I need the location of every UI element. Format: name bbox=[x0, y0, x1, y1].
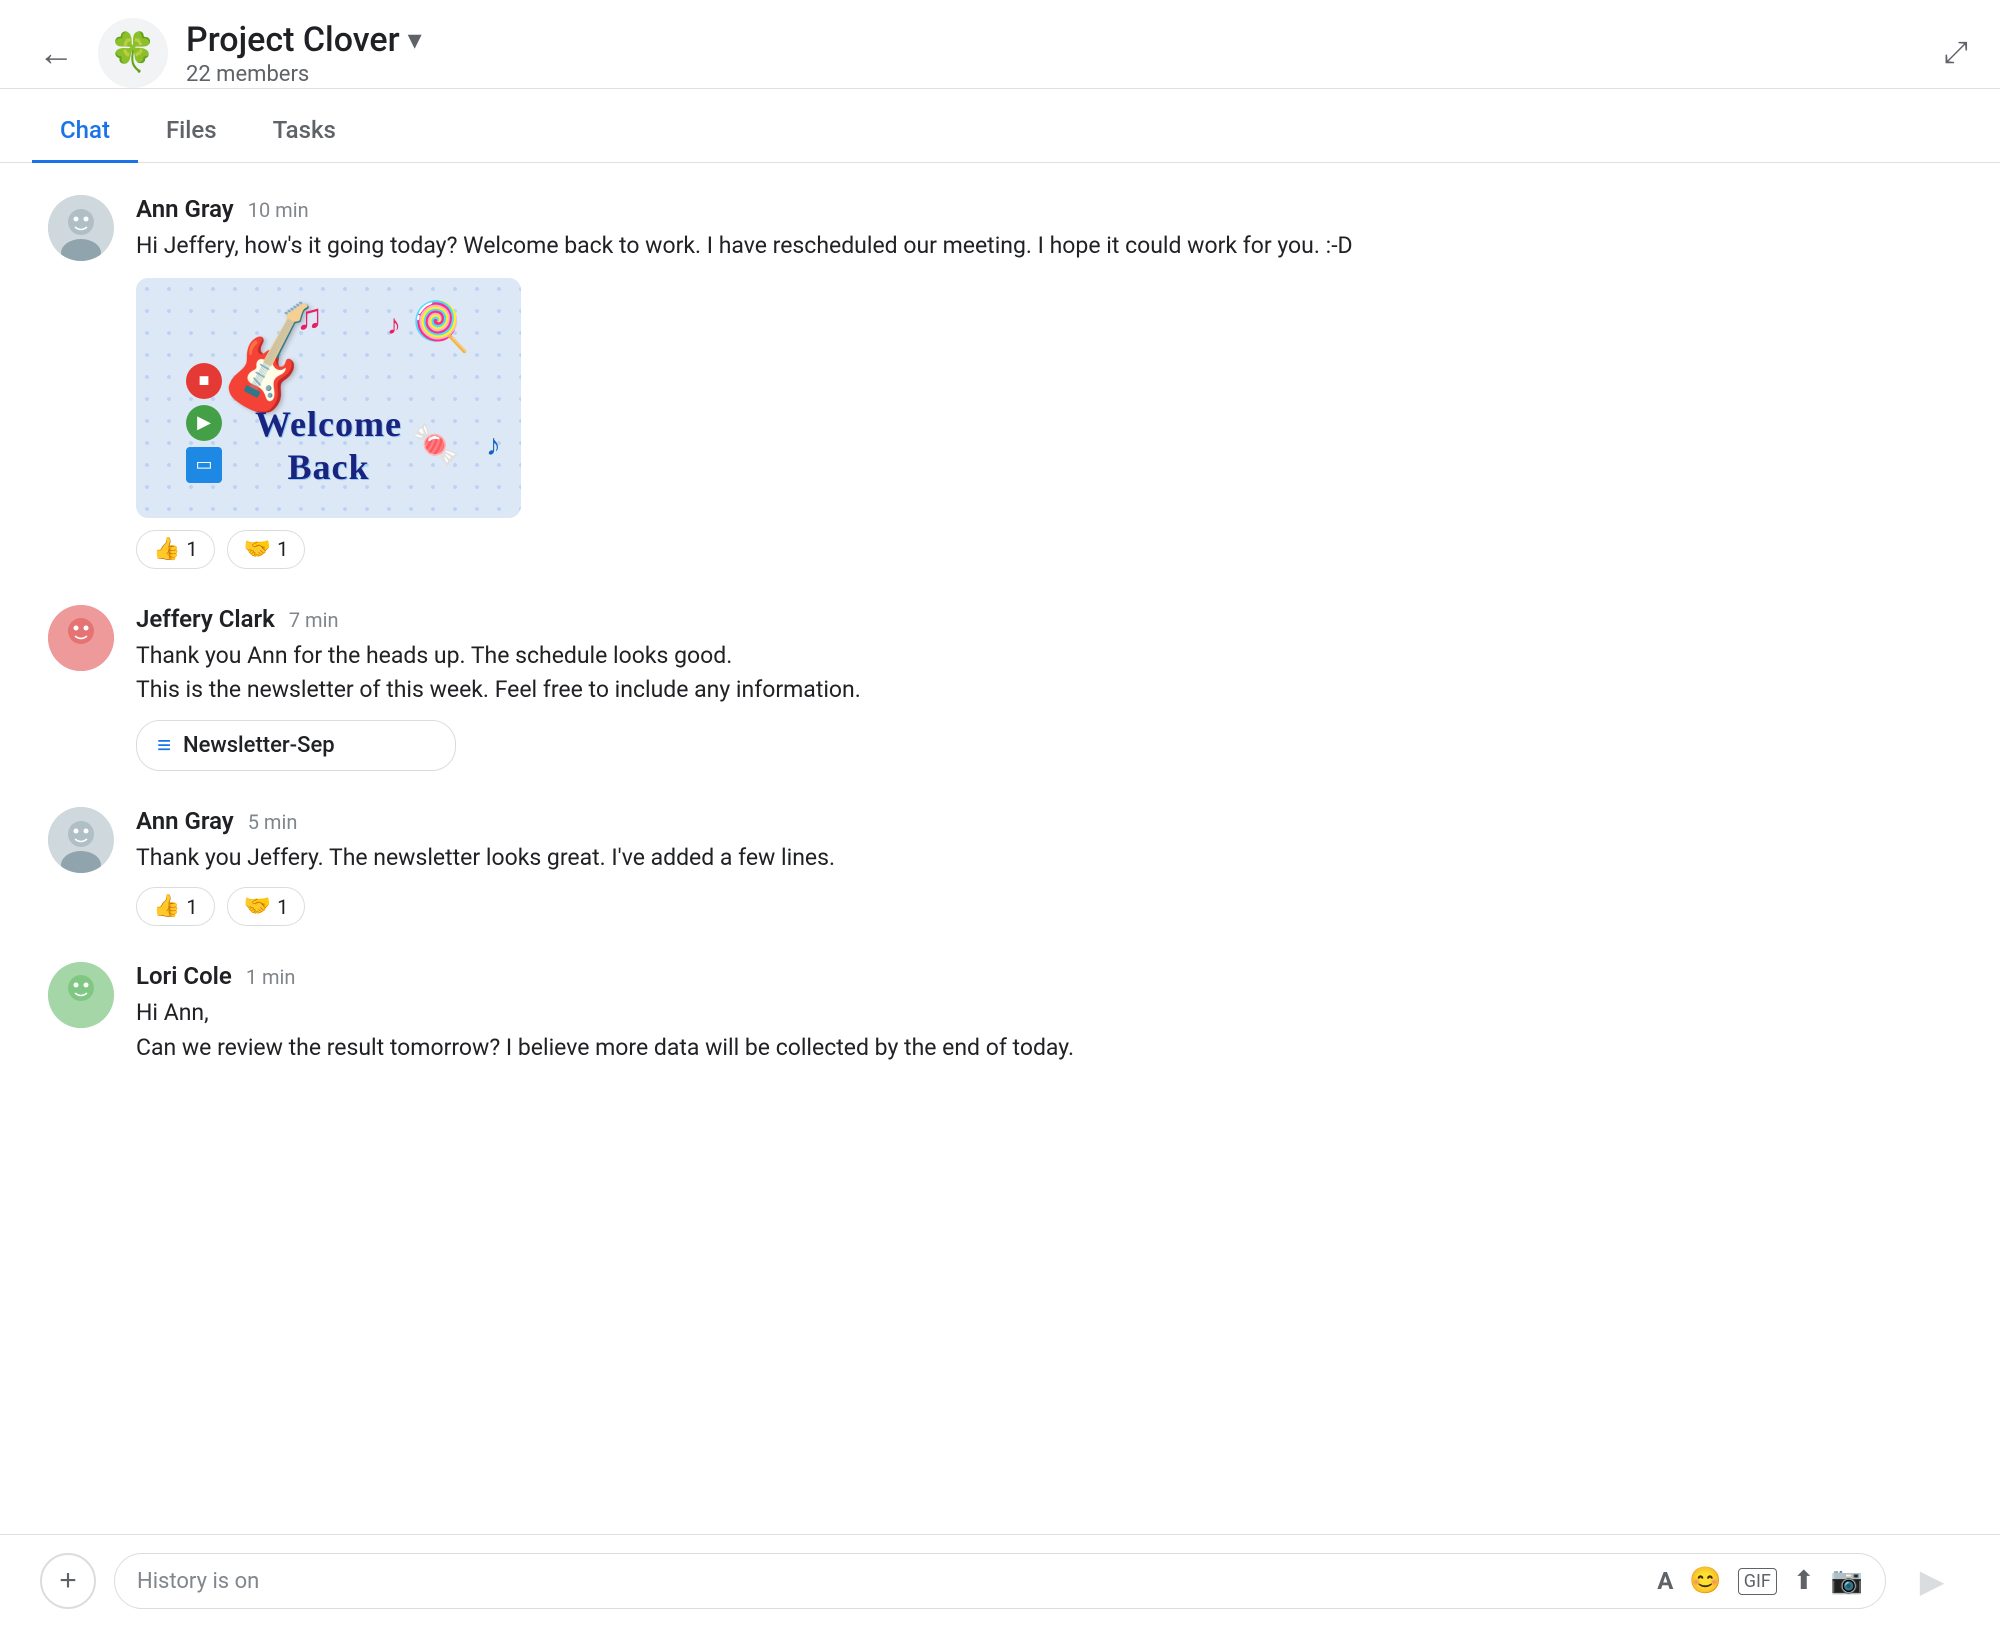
input-placeholder-text: History is on bbox=[137, 1569, 1647, 1594]
thumbsup-count-3: 1 bbox=[186, 895, 197, 919]
add-button[interactable]: + bbox=[40, 1553, 96, 1609]
msg-body-3: Ann Gray 5 min Thank you Jeffery. The ne… bbox=[136, 807, 1952, 927]
wb-play-icons: ■ ▶ ▭ bbox=[186, 363, 222, 483]
file-name-label: Newsletter-Sep bbox=[183, 733, 335, 758]
header-right: ⤢ bbox=[1944, 36, 1968, 70]
wb-welcome-text: WelcomeBack bbox=[255, 403, 402, 489]
reaction-handshake-3[interactable]: 🤝 1 bbox=[227, 887, 306, 926]
tab-files[interactable]: Files bbox=[138, 102, 245, 163]
time-jeffery: 7 min bbox=[289, 608, 339, 632]
avatar-ann-3 bbox=[48, 807, 114, 873]
video-icon[interactable]: 📷 bbox=[1831, 1566, 1863, 1596]
msg-header-2: Jeffery Clark 7 min bbox=[136, 605, 1952, 633]
avatar-lori bbox=[48, 962, 114, 1028]
msg-body-2: Jeffery Clark 7 min Thank you Ann for th… bbox=[136, 605, 1952, 771]
msg-text-4: Hi Ann,Can we review the result tomorrow… bbox=[136, 996, 1952, 1065]
avatar-ann-1 bbox=[48, 195, 114, 261]
project-info: Project Clover ▾ 22 members bbox=[186, 20, 422, 87]
jeffery-avatar-img bbox=[48, 605, 114, 671]
file-attachment[interactable]: ≡ Newsletter-Sep bbox=[136, 720, 456, 771]
msg-body-1: Ann Gray 10 min Hi Jeffery, how's it goi… bbox=[136, 195, 1952, 569]
chat-area: Ann Gray 10 min Hi Jeffery, how's it goi… bbox=[0, 163, 2000, 1530]
reaction-thumbsup-3[interactable]: 👍 1 bbox=[136, 887, 215, 926]
project-icon: 🍀 bbox=[98, 18, 168, 88]
time-ann-3: 5 min bbox=[248, 810, 298, 834]
project-members-label: 22 members bbox=[186, 62, 422, 87]
time-ann-1: 10 min bbox=[248, 198, 309, 222]
message-input-area[interactable]: History is on A 😊 GIF ⬆ 📷 bbox=[114, 1553, 1886, 1609]
wb-candy2-icon: 🍬 bbox=[411, 421, 461, 468]
thumbsup-count-1: 1 bbox=[186, 537, 197, 561]
bottom-bar: + History is on A 😊 GIF ⬆ 📷 ▶ bbox=[0, 1534, 2000, 1627]
ann-avatar-img-3 bbox=[48, 807, 114, 873]
handshake-emoji-3: 🤝 bbox=[244, 894, 271, 919]
message-4: Lori Cole 1 min Hi Ann,Can we review the… bbox=[48, 962, 1952, 1065]
send-button[interactable]: ▶ bbox=[1904, 1553, 1960, 1609]
msg-text-3: Thank you Jeffery. The newsletter looks … bbox=[136, 841, 1952, 876]
dropdown-icon[interactable]: ▾ bbox=[408, 23, 422, 56]
wb-candy1-icon: 🍭 bbox=[411, 298, 471, 355]
thumbsup-emoji-3: 👍 bbox=[153, 894, 180, 919]
message-1: Ann Gray 10 min Hi Jeffery, how's it goi… bbox=[48, 195, 1952, 569]
handshake-emoji-1: 🤝 bbox=[244, 537, 271, 562]
thumbsup-emoji: 👍 bbox=[153, 537, 180, 562]
msg-header-4: Lori Cole 1 min bbox=[136, 962, 1952, 990]
tabs: Chat Files Tasks bbox=[0, 101, 2000, 162]
lori-avatar-img bbox=[48, 962, 114, 1028]
sender-ann-1: Ann Gray bbox=[136, 195, 234, 223]
upload-icon[interactable]: ⬆ bbox=[1793, 1566, 1815, 1596]
avatar-jeffery bbox=[48, 605, 114, 671]
message-2: Jeffery Clark 7 min Thank you Ann for th… bbox=[48, 605, 1952, 771]
file-doc-icon: ≡ bbox=[157, 731, 171, 760]
wb-rect-icon: ▭ bbox=[186, 447, 222, 483]
message-3: Ann Gray 5 min Thank you Jeffery. The ne… bbox=[48, 807, 1952, 927]
expand-button[interactable]: ⤢ bbox=[1944, 36, 1968, 70]
project-name-label: Project Clover bbox=[186, 20, 400, 60]
msg-text-2: Thank you Ann for the heads up. The sche… bbox=[136, 639, 1952, 708]
input-icons: A 😊 GIF ⬆ 📷 bbox=[1657, 1566, 1863, 1596]
wb-note2-icon: ♪ bbox=[387, 308, 401, 341]
reaction-handshake-1[interactable]: 🤝 1 bbox=[227, 530, 306, 569]
wb-play-icon: ▶ bbox=[186, 405, 222, 441]
reactions-1: 👍 1 🤝 1 bbox=[136, 530, 1952, 569]
msg-body-4: Lori Cole 1 min Hi Ann,Can we review the… bbox=[136, 962, 1952, 1065]
reaction-thumbsup-1[interactable]: 👍 1 bbox=[136, 530, 215, 569]
wb-note1-icon: ♫ bbox=[296, 296, 323, 338]
handshake-count-1: 1 bbox=[277, 537, 288, 561]
project-title: Project Clover ▾ bbox=[186, 20, 422, 60]
gif-icon[interactable]: GIF bbox=[1738, 1568, 1777, 1595]
sender-lori: Lori Cole bbox=[136, 962, 232, 990]
emoji-icon[interactable]: 😊 bbox=[1689, 1566, 1721, 1596]
time-lori: 1 min bbox=[246, 965, 296, 989]
msg-text-1: Hi Jeffery, how's it going today? Welcom… bbox=[136, 229, 1952, 264]
header-left: ← 🍀 Project Clover ▾ 22 members bbox=[32, 18, 1944, 88]
welcome-back-sticker: 🎸 🍭 🍬 ♫ ♪ ♪ ■ ▶ ▭ WelcomeBack bbox=[136, 278, 521, 518]
handshake-count-3: 1 bbox=[277, 895, 288, 919]
reactions-3: 👍 1 🤝 1 bbox=[136, 887, 1952, 926]
tab-chat[interactable]: Chat bbox=[32, 102, 138, 163]
tab-tasks[interactable]: Tasks bbox=[245, 102, 364, 163]
msg-header-3: Ann Gray 5 min bbox=[136, 807, 1952, 835]
sender-jeffery: Jeffery Clark bbox=[136, 605, 275, 633]
ann-avatar-img bbox=[48, 195, 114, 261]
back-button[interactable]: ← bbox=[32, 29, 80, 77]
send-icon: ▶ bbox=[1920, 1562, 1945, 1600]
sender-ann-3: Ann Gray bbox=[136, 807, 234, 835]
format-text-icon[interactable]: A bbox=[1657, 1567, 1673, 1595]
msg-header-1: Ann Gray 10 min bbox=[136, 195, 1952, 223]
wb-note3-icon: ♪ bbox=[486, 428, 501, 463]
header: ← 🍀 Project Clover ▾ 22 members ⤢ bbox=[0, 0, 2000, 89]
wb-stop-icon: ■ bbox=[186, 363, 222, 399]
